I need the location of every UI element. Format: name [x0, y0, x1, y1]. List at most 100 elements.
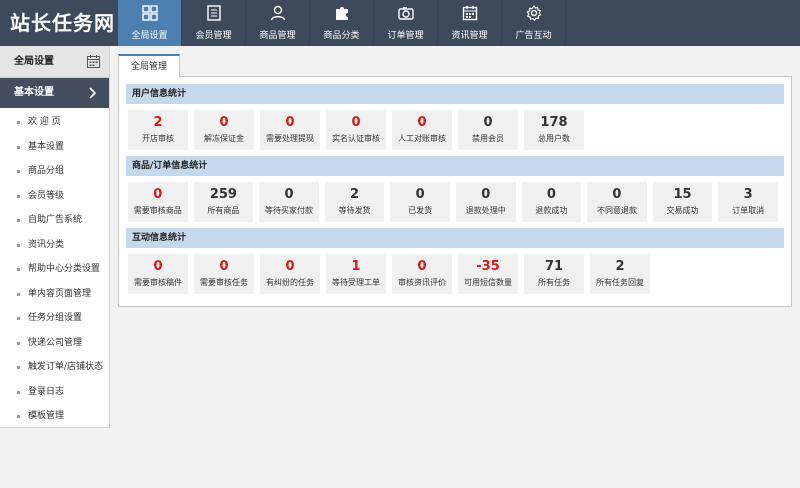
stat-card[interactable]: 0 禁用会员	[458, 110, 518, 150]
sidebar-item[interactable]: 商品分组	[0, 159, 109, 184]
stat-card[interactable]: 178 总用户数	[524, 110, 584, 150]
stat-label: 订单取消	[732, 206, 765, 215]
stat-value: 0	[285, 115, 295, 130]
stat-value: 0	[612, 187, 622, 202]
sidebar-item[interactable]: 帮助中心分类设置	[0, 257, 109, 282]
stat-card[interactable]: 0 不同意退款	[587, 182, 647, 222]
bullet-icon	[17, 341, 20, 345]
tab-global-manage[interactable]: 全局管理	[118, 54, 181, 78]
stat-value: 0	[481, 187, 491, 202]
stat-value: 3	[743, 187, 753, 202]
bullet-icon	[17, 390, 20, 394]
stat-value: 0	[285, 259, 295, 274]
sidebar-item-label: 触发订单/店铺状态	[28, 362, 104, 372]
sidebar-item[interactable]: 资讯分类	[0, 233, 109, 258]
stat-card[interactable]: 3 订单取消	[718, 182, 778, 222]
sidebar-item-label: 快递公司管理	[28, 337, 83, 348]
section-title: 商品/订单信息统计	[126, 156, 784, 176]
bullet-icon	[17, 170, 20, 173]
sidebar-item[interactable]: 单内容页面管理	[0, 282, 109, 307]
stat-label: 已发货	[408, 206, 433, 215]
stat-label: 审核资讯评价	[398, 278, 446, 287]
bullet-icon	[17, 194, 20, 198]
stat-label: 等待发货	[338, 206, 371, 215]
sidebar-item[interactable]: 基本设置	[0, 135, 109, 160]
stat-card-row: 2 开店审核 0 解冻保证金 0 需要处理提现 0 实名认证审核 0 人工对账审核 0 禁用会员 178…	[126, 110, 784, 150]
nav-tab-label: 商品分类	[323, 31, 360, 41]
sidebar-item-label: 单内容页面管理	[28, 288, 92, 299]
stat-card[interactable]: 2 等待发货	[324, 182, 385, 222]
bullet-icon	[17, 145, 20, 149]
stat-card[interactable]: 1 等待受理工单	[326, 254, 386, 294]
bullet-icon	[17, 243, 20, 247]
stat-card[interactable]: 0 审核资讯评价	[392, 254, 452, 294]
nav-tab-2[interactable]: 商品管理	[246, 0, 310, 46]
bullet-icon	[17, 317, 20, 320]
chevron-right-icon	[89, 87, 97, 99]
sidebar-group-basic[interactable]: 基本设置	[0, 78, 109, 108]
stat-card[interactable]: 0 需要审核稿件	[128, 254, 188, 294]
sidebar-item[interactable]: 触发订单/店铺状态	[0, 355, 109, 380]
stat-card[interactable]: 0 已发货	[390, 182, 450, 222]
section-title: 互动信息统计	[126, 228, 784, 248]
stat-label: 不同意退款	[596, 206, 637, 215]
sidebar-item[interactable]: 模板管理	[0, 404, 109, 429]
calendar-icon[interactable]	[87, 55, 100, 68]
nav-tab-1[interactable]: 会员管理	[182, 0, 246, 46]
stat-card[interactable]: 71 所有任务	[524, 254, 584, 294]
nav-tab-0[interactable]: 全局设置	[118, 0, 182, 46]
sidebar-item-label: 模板管理	[28, 411, 65, 421]
stat-label: 退款成功	[535, 206, 568, 215]
stat-card[interactable]: 0 人工对账审核	[392, 110, 452, 150]
stat-value: 0	[417, 115, 427, 130]
nav-tab-5[interactable]: 资讯管理	[438, 0, 502, 46]
sidebar-item-label: 任务分组设置	[28, 313, 83, 323]
nav-tab-4[interactable]: 订单管理	[374, 0, 438, 46]
nav-tab-label: 会员管理	[195, 31, 232, 41]
sidebar: 全局设置 基本设置 欢 迎 页基本设置 商品分组 会员等级 自助广告系统 资讯分类 帮助中…	[0, 46, 110, 428]
site-logo[interactable]: 站长任务网	[0, 0, 118, 46]
sidebar-item-label: 欢 迎 页	[28, 117, 61, 127]
nav-tab-3[interactable]: 商品分类	[310, 0, 374, 46]
nav-tab-6[interactable]: 广告互动	[502, 0, 566, 46]
stat-value: 178	[540, 115, 568, 130]
stat-card[interactable]: 2 开店审核	[128, 110, 188, 150]
stat-value: 0	[415, 187, 425, 202]
stat-card[interactable]: 0 实名认证审核	[326, 110, 386, 150]
stat-value: 0	[351, 115, 361, 130]
stat-card[interactable]: 0 需要处理提现	[260, 110, 320, 150]
nav-tab-label: 资讯管理	[451, 31, 488, 41]
stat-card[interactable]: 0 需要审核商品	[128, 182, 188, 222]
sidebar-item[interactable]: 任务分组设置	[0, 306, 109, 331]
stat-card[interactable]: 0 等待买家付款	[259, 182, 319, 222]
sidebar-item[interactable]: 登录日志	[0, 380, 109, 405]
stat-value: 0	[483, 115, 493, 130]
sidebar-item[interactable]: 会员等级	[0, 184, 109, 209]
stat-card[interactable]: -35 可用短信数量	[458, 254, 518, 294]
sidebar-item-label: 帮助中心分类设置	[28, 264, 101, 274]
stat-card[interactable]: 15 交易成功	[652, 182, 713, 222]
document-icon	[206, 5, 222, 28]
sidebar-list: 欢 迎 页基本设置 商品分组 会员等级 自助广告系统 资讯分类帮助中心分类设置 单内容页面…	[0, 108, 109, 429]
stat-label: 开店审核	[142, 134, 174, 143]
stat-label: 等待买家付款	[264, 206, 313, 215]
stat-card[interactable]: 0 需要审核任务	[194, 254, 254, 294]
stat-card[interactable]: 259 所有商品	[193, 182, 254, 222]
stat-value: 71	[544, 259, 564, 274]
stat-value: 1	[351, 259, 361, 274]
sidebar-item-label: 登录日志	[28, 386, 65, 397]
puzzle-icon	[334, 5, 350, 28]
stat-card[interactable]: 0 退款处理中	[455, 182, 516, 222]
grid-icon	[141, 5, 158, 28]
stat-label: 总用户数	[538, 134, 570, 143]
stat-card[interactable]: 2 所有任务回复	[590, 254, 650, 294]
stat-card[interactable]: 0 退款成功	[521, 182, 582, 222]
sidebar-item[interactable]: 自助广告系统	[0, 208, 109, 233]
stat-card[interactable]: 0 有纠纷的任务	[260, 254, 320, 294]
stat-value: 0	[219, 259, 229, 274]
sidebar-item[interactable]: 快递公司管理	[0, 331, 109, 356]
stat-label: 解冻保证金	[204, 134, 244, 143]
sidebar-item[interactable]: 欢 迎 页	[0, 110, 109, 135]
bullet-icon	[17, 268, 20, 271]
stat-card[interactable]: 0 解冻保证金	[194, 110, 254, 150]
